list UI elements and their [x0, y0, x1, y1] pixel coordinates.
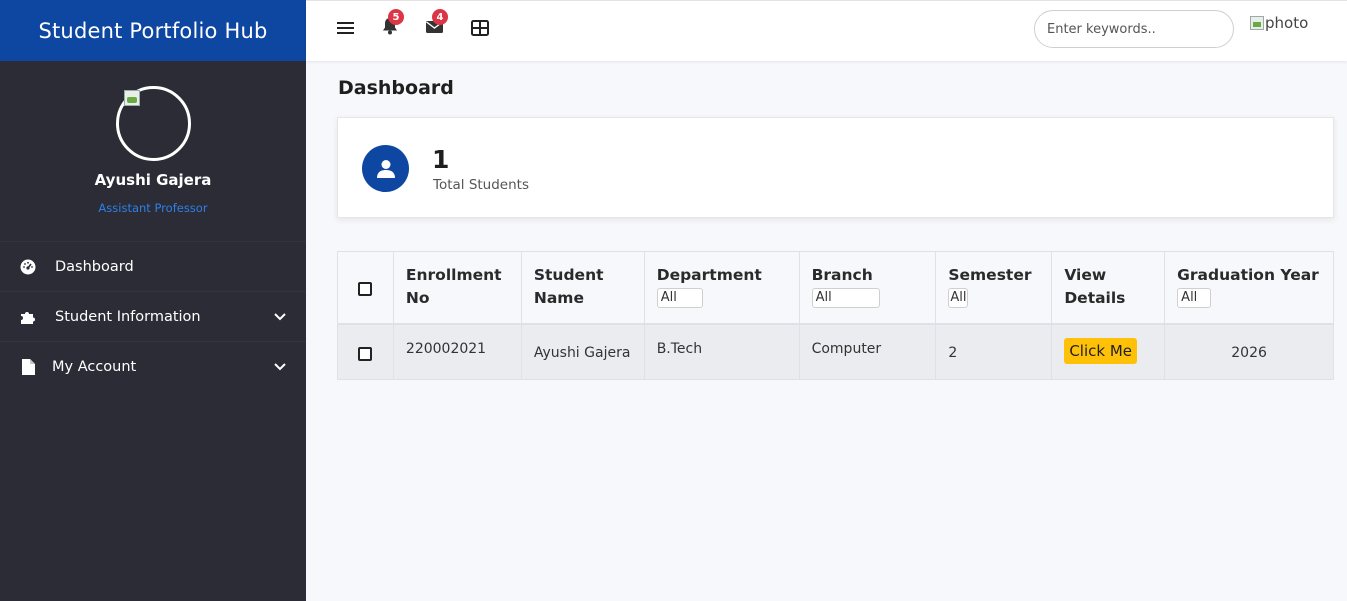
puzzle-icon — [19, 308, 37, 326]
sidebar-item-label: Dashboard — [55, 258, 134, 275]
broken-image-icon — [1250, 16, 1264, 30]
user-photo[interactable]: photo — [1250, 14, 1308, 32]
broken-image-icon — [124, 90, 140, 106]
graduation-year-filter-select[interactable]: All — [1177, 288, 1212, 308]
cell-view-details: Click Me — [1051, 323, 1166, 380]
photo-alt-text: photo — [1265, 14, 1309, 32]
header-view-details: View Details — [1051, 251, 1166, 324]
profile-name: Ayushi Gajera — [94, 171, 212, 189]
row-select-cell — [337, 323, 394, 380]
message-count-badge: 4 — [432, 9, 448, 25]
total-students-card: 1 Total Students — [337, 117, 1334, 218]
select-all-checkbox[interactable] — [358, 282, 373, 296]
cell-semester: 2 — [935, 323, 1053, 380]
sidebar: Student Portfolio Hub Ayushi Gajera Assi… — [0, 0, 306, 601]
header-graduation-year: Graduation Year All — [1164, 251, 1334, 324]
cell-student-name: Ayushi Gajera — [520, 323, 645, 380]
cell-branch: Computer — [798, 323, 937, 380]
file-icon — [19, 358, 37, 376]
header-department: Department All — [643, 251, 800, 324]
header-label: Branch — [811, 266, 873, 284]
header-student-name: Student Name — [520, 251, 645, 324]
students-table: Enrollment No Student Name Department Al… — [337, 251, 1334, 380]
table-row: 220002021 Ayushi Gajera B.Tech Computer … — [337, 323, 1334, 380]
view-details-button[interactable]: Click Me — [1064, 337, 1137, 364]
sidebar-item-student-information[interactable]: Student Information — [0, 291, 306, 341]
sidebar-item-my-account[interactable]: My Account — [0, 341, 306, 391]
grid-view-icon[interactable] — [470, 18, 490, 38]
header-enrollment: Enrollment No — [392, 251, 522, 324]
page-title: Dashboard — [338, 77, 454, 99]
header-semester: Semester All — [935, 251, 1053, 324]
cell-graduation-year: 2026 — [1164, 323, 1334, 380]
topbar: 5 4 photo — [306, 0, 1347, 61]
profile-panel: Ayushi Gajera Assistant Professor — [0, 61, 306, 241]
select-all-cell — [337, 251, 394, 324]
department-filter-select[interactable]: All — [656, 288, 703, 308]
table-header-row: Enrollment No Student Name Department Al… — [337, 251, 1334, 324]
notification-count-badge: 5 — [388, 9, 404, 25]
sidebar-item-label: Student Information — [55, 308, 201, 325]
notifications-button[interactable]: 5 — [380, 9, 404, 38]
messages-button[interactable]: 4 — [424, 9, 448, 38]
dashboard-icon — [19, 258, 37, 276]
semester-filter-select[interactable]: All — [948, 288, 969, 308]
avatar — [116, 86, 191, 161]
search-input[interactable] — [1034, 10, 1234, 48]
cell-enrollment: 220002021 — [392, 323, 522, 380]
header-label: Semester — [948, 266, 1032, 284]
row-checkbox[interactable] — [358, 346, 373, 361]
profile-role: Assistant Professor — [98, 201, 208, 215]
user-icon — [362, 145, 409, 192]
sidebar-item-dashboard[interactable]: Dashboard — [0, 241, 306, 291]
total-students-label: Total Students — [433, 177, 529, 193]
chevron-down-icon — [274, 309, 286, 325]
total-students-value: 1 — [432, 145, 450, 174]
header-branch: Branch All — [798, 251, 937, 324]
cell-department: B.Tech — [643, 323, 800, 380]
header-label: Department — [656, 266, 762, 284]
brand-title[interactable]: Student Portfolio Hub — [0, 0, 306, 61]
branch-filter-select[interactable]: All — [811, 288, 880, 308]
sidebar-item-label: My Account — [52, 358, 137, 375]
chevron-down-icon — [274, 359, 286, 375]
hamburger-menu-icon[interactable] — [335, 18, 355, 38]
header-label: Graduation Year — [1177, 266, 1319, 284]
